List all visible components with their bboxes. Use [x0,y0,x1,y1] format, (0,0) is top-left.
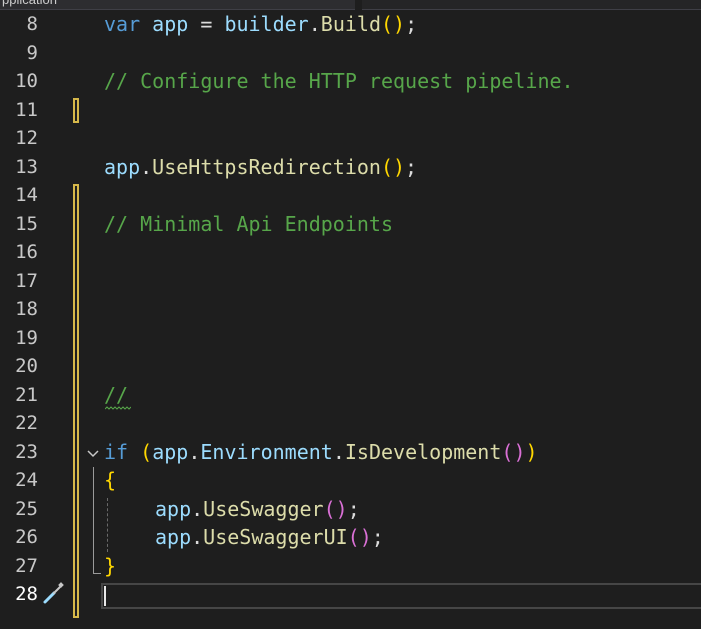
line-number: 18 [15,298,38,320]
code-line[interactable]: 25 app.UseSwagger(); [0,495,701,524]
code-line[interactable]: 14 [0,181,701,210]
code-line[interactable]: 23 if (app.Environment.IsDevelopment()) [0,438,701,467]
code-line[interactable]: 17 [0,267,701,296]
line-code: app.UseHttpsRedirection(); [104,154,418,179]
indent-guide-end [93,573,101,574]
line-number: 28 [15,583,38,605]
tab-strip [362,0,701,10]
line-number: 24 [15,469,38,491]
code-line[interactable]: 12 [0,124,701,153]
line-number: 19 [15,326,38,349]
editor-tab[interactable]: pplication [0,0,355,10]
line-number: 8 [26,13,38,35]
code-line[interactable]: 27 } [0,552,701,581]
indent-guide [93,467,94,573]
code-line[interactable]: 18 [0,295,701,324]
code-line[interactable]: 9 [0,39,701,68]
line-number: 13 [15,155,38,178]
line-number: 21 [15,383,38,406]
line-number: 27 [15,554,38,577]
line-number: 15 [15,212,38,235]
line-number: 9 [26,41,38,64]
line-number: 16 [15,241,38,263]
code-line[interactable]: 11 [0,96,701,125]
code-line[interactable]: 26 app.UseSwaggerUI(); [0,523,701,552]
line-number: 12 [15,127,38,149]
line-comment: // Configure the HTTP request pipeline. [104,69,574,93]
line-number: 22 [15,412,38,434]
code-line[interactable]: 13 app.UseHttpsRedirection(); [0,153,701,182]
code-line[interactable]: 10 // Configure the HTTP request pipelin… [0,67,701,96]
line-number: 20 [15,355,38,377]
code-line[interactable]: 22 [0,409,701,438]
code-line[interactable]: 16 [0,238,701,267]
line-code: { [104,468,117,492]
line-code: if (app.Environment.IsDevelopment()) [104,439,538,464]
line-code: var app = builder.Build(); [104,12,418,36]
line-comment: // [104,382,129,407]
editor-tab-title: pplication [2,0,57,7]
code-line[interactable]: 8 var app = builder.Build(); [0,10,701,39]
line-number: 26 [15,526,38,548]
line-number: 10 [15,70,38,92]
line-number: 17 [15,269,38,292]
text-caret [104,586,106,606]
code-line[interactable]: 15 // Minimal Api Endpoints [0,210,701,239]
line-code: app.UseSwagger(); [155,496,360,521]
code-line[interactable]: 24 { [0,466,701,495]
code-editor[interactable]: 8 var app = builder.Build(); 9 10 // Con… [0,10,701,629]
line-number: 25 [15,497,38,520]
line-number: 14 [15,184,38,206]
code-line[interactable]: 20 [0,352,701,381]
chevron-down-icon[interactable] [86,446,100,460]
line-code: app.UseSwaggerUI(); [155,525,384,549]
line-code: } [104,553,117,578]
line-number: 11 [15,98,38,121]
code-line[interactable]: 21 // [0,381,701,410]
screwdriver-icon[interactable] [40,581,66,607]
line-number: 23 [15,440,38,463]
code-line[interactable]: 19 [0,324,701,353]
indent-guide-dashed [107,498,108,552]
line-comment: // Minimal Api Endpoints [104,211,393,236]
